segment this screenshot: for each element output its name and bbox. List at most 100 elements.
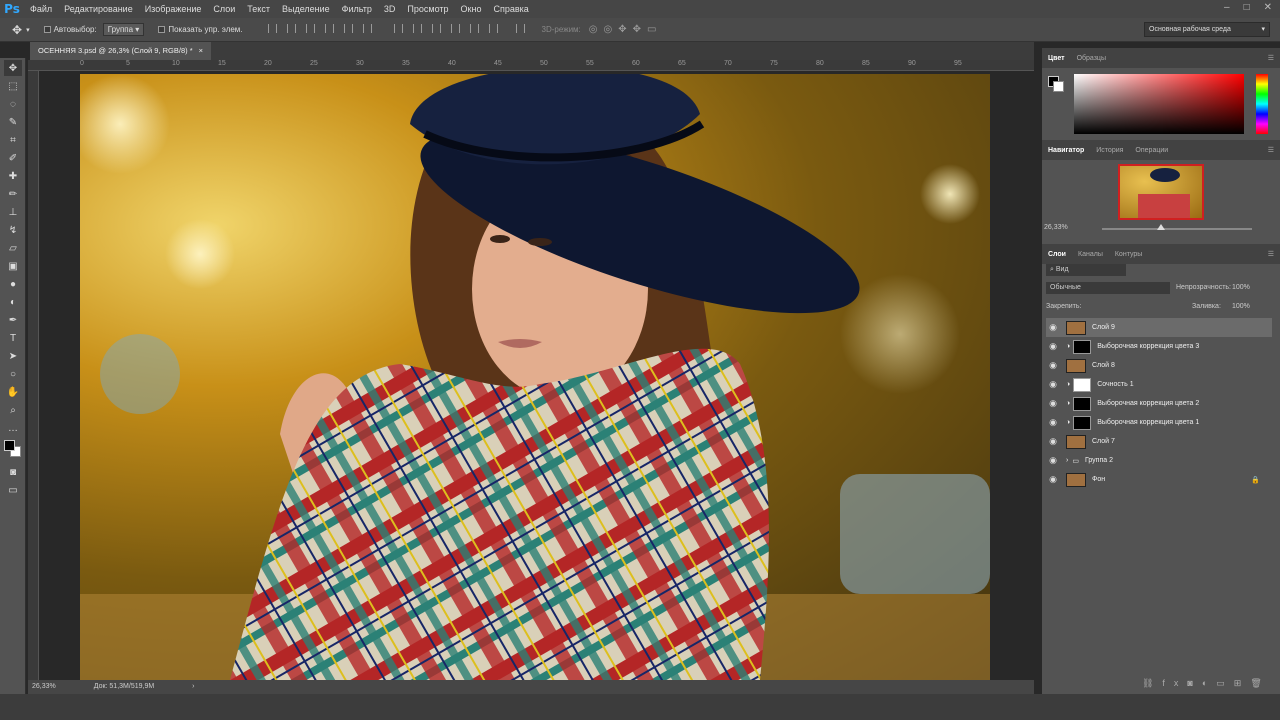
fill-value[interactable]: 100% [1232,303,1250,310]
expand-arrow-icon[interactable]: › [1066,457,1068,464]
foreground-color-swatch[interactable] [4,440,15,451]
visibility-eye-icon[interactable]: ◉ [1046,474,1060,485]
menu-layers[interactable]: Слои [207,0,241,18]
hue-slider[interactable] [1256,74,1268,134]
zoom-slider-handle[interactable] [1157,224,1165,230]
tab-channels[interactable]: Каналы [1078,251,1103,258]
tab-color[interactable]: Цвет [1048,55,1065,62]
status-menu-arrow-icon[interactable]: › [192,680,194,694]
visibility-eye-icon[interactable]: ◉ [1046,436,1060,447]
gradient-tool-icon[interactable]: ▣ [4,258,22,274]
visibility-eye-icon[interactable]: ◉ [1046,341,1060,352]
menu-edit[interactable]: Редактирование [58,0,139,18]
crop-tool-icon[interactable]: ⌗ [4,132,22,148]
layer-row[interactable]: ◉ ◑ Сочность 1 [1046,375,1272,394]
menu-image[interactable]: Изображение [139,0,208,18]
canvas-photo[interactable] [80,74,990,680]
layers-bottom-icons[interactable]: ⛓fx◙◐▭⊞🗑 [1142,678,1271,689]
distribute-hcenter-icon[interactable] [469,24,479,33]
align-left-icon[interactable] [324,24,334,33]
marquee-tool-icon[interactable]: ⬚ [4,78,22,94]
path-select-tool-icon[interactable]: ➤ [4,348,22,364]
align-bottom-icon[interactable] [305,24,315,33]
panel-menu-icon[interactable]: ☰ [1268,250,1274,258]
document-info[interactable]: Док: 51,3M/519,9M [94,680,154,694]
blend-mode-select[interactable]: Обычные [1046,282,1170,294]
brush-tool-icon[interactable]: ✏ [4,186,22,202]
minimize-icon[interactable]: – [1224,0,1230,16]
menu-file[interactable]: Файл [24,0,58,18]
menu-view[interactable]: Просмотр [401,0,454,18]
tab-paths[interactable]: Контуры [1115,251,1142,258]
tab-close-icon[interactable]: × [199,46,203,55]
autoselect-dropdown[interactable]: Группа ▾ [102,23,145,36]
color-bg-swatch[interactable] [1053,81,1064,92]
visibility-eye-icon[interactable]: ◉ [1046,360,1060,371]
align-right-icon[interactable] [362,24,372,33]
visibility-eye-icon[interactable]: ◉ [1046,398,1060,409]
layer-row[interactable]: ◉ Слой 8 [1046,356,1272,375]
autoselect-checkbox[interactable]: Автовыбор: [43,25,97,34]
layer-row[interactable]: ◉ › ▭ Группа 2 [1046,451,1272,470]
3d-mode-icons[interactable]: ◎◎✥✥▭ [589,24,663,35]
menu-window[interactable]: Окно [455,0,488,18]
distribute-top-icon[interactable] [393,24,403,33]
distribute-vcenter-icon[interactable] [412,24,422,33]
tool-preset-chevron-icon[interactable]: ▾ [26,26,30,34]
opacity-value[interactable]: 100% [1232,284,1250,291]
distribute-left-icon[interactable] [450,24,460,33]
quick-select-tool-icon[interactable]: ✎ [4,114,22,130]
layer-row[interactable]: ◉ ◑ Выборочная коррекция цвета 3 [1046,337,1272,356]
dodge-tool-icon[interactable]: ◐ [4,294,22,310]
align-top-icon[interactable] [267,24,277,33]
layer-row[interactable]: ◉ Фон 🔒 [1046,470,1272,489]
ellipse-tool-icon[interactable]: ○ [4,366,22,382]
visibility-eye-icon[interactable]: ◉ [1046,417,1060,428]
tab-history[interactable]: История [1096,147,1123,154]
more-tools-icon[interactable]: … [4,420,22,436]
maximize-icon[interactable]: □ [1244,0,1250,16]
menu-3d[interactable]: 3D [378,0,402,18]
eraser-tool-icon[interactable]: ▱ [4,240,22,256]
zoom-readout[interactable]: 26,33% [32,680,56,694]
navigator-zoom-slider[interactable] [1102,228,1252,230]
menu-select[interactable]: Выделение [276,0,336,18]
distribute-right-icon[interactable] [488,24,498,33]
tab-actions[interactable]: Операции [1135,147,1168,154]
tab-navigator[interactable]: Навигатор [1048,147,1084,154]
panel-menu-icon[interactable]: ☰ [1268,54,1274,62]
blur-tool-icon[interactable]: ● [4,276,22,292]
align-hcenter-icon[interactable] [343,24,353,33]
visibility-eye-icon[interactable]: ◉ [1046,455,1060,466]
navigator-thumbnail[interactable] [1118,164,1204,220]
move-tool-icon[interactable]: ✥ [4,60,22,76]
hand-tool-icon[interactable]: ✋ [4,384,22,400]
layer-row[interactable]: ◉ ◑ Выборочная коррекция цвета 2 [1046,394,1272,413]
layer-filter-select[interactable]: ⌕ Вид [1046,264,1126,276]
tab-swatches[interactable]: Образцы [1077,55,1106,62]
zoom-tool-icon[interactable]: ⌕ [4,402,22,418]
menu-filter[interactable]: Фильтр [336,0,378,18]
distribute-bottom-icon[interactable] [431,24,441,33]
lasso-tool-icon[interactable]: ◌ [4,96,22,112]
panel-menu-icon[interactable]: ☰ [1268,146,1274,154]
menu-help[interactable]: Справка [487,0,534,18]
clone-stamp-tool-icon[interactable]: ⊥ [4,204,22,220]
layer-row[interactable]: ◉ Слой 7 [1046,432,1272,451]
move-tool-icon[interactable]: ✥ [12,23,22,37]
workspace-select[interactable]: Основная рабочая среда ▾ [1144,22,1270,37]
layer-row[interactable]: ◉ ◑ Выборочная коррекция цвета 1 [1046,413,1272,432]
navigator-zoom[interactable]: 26,33% [1044,224,1068,231]
pen-tool-icon[interactable]: ✒ [4,312,22,328]
quick-mask-icon[interactable]: ◙ [4,464,22,480]
color-spectrum-field[interactable] [1074,74,1244,134]
layer-row[interactable]: ◉ Слой 9 [1046,318,1272,337]
eyedropper-tool-icon[interactable]: ✐ [4,150,22,166]
close-icon[interactable]: ✕ [1264,0,1272,16]
visibility-eye-icon[interactable]: ◉ [1046,379,1060,390]
align-vcenter-icon[interactable] [286,24,296,33]
healing-brush-tool-icon[interactable]: ✚ [4,168,22,184]
screen-mode-icon[interactable]: ▭ [4,482,22,498]
tab-layers[interactable]: Слои [1048,251,1066,258]
history-brush-tool-icon[interactable]: ↯ [4,222,22,238]
